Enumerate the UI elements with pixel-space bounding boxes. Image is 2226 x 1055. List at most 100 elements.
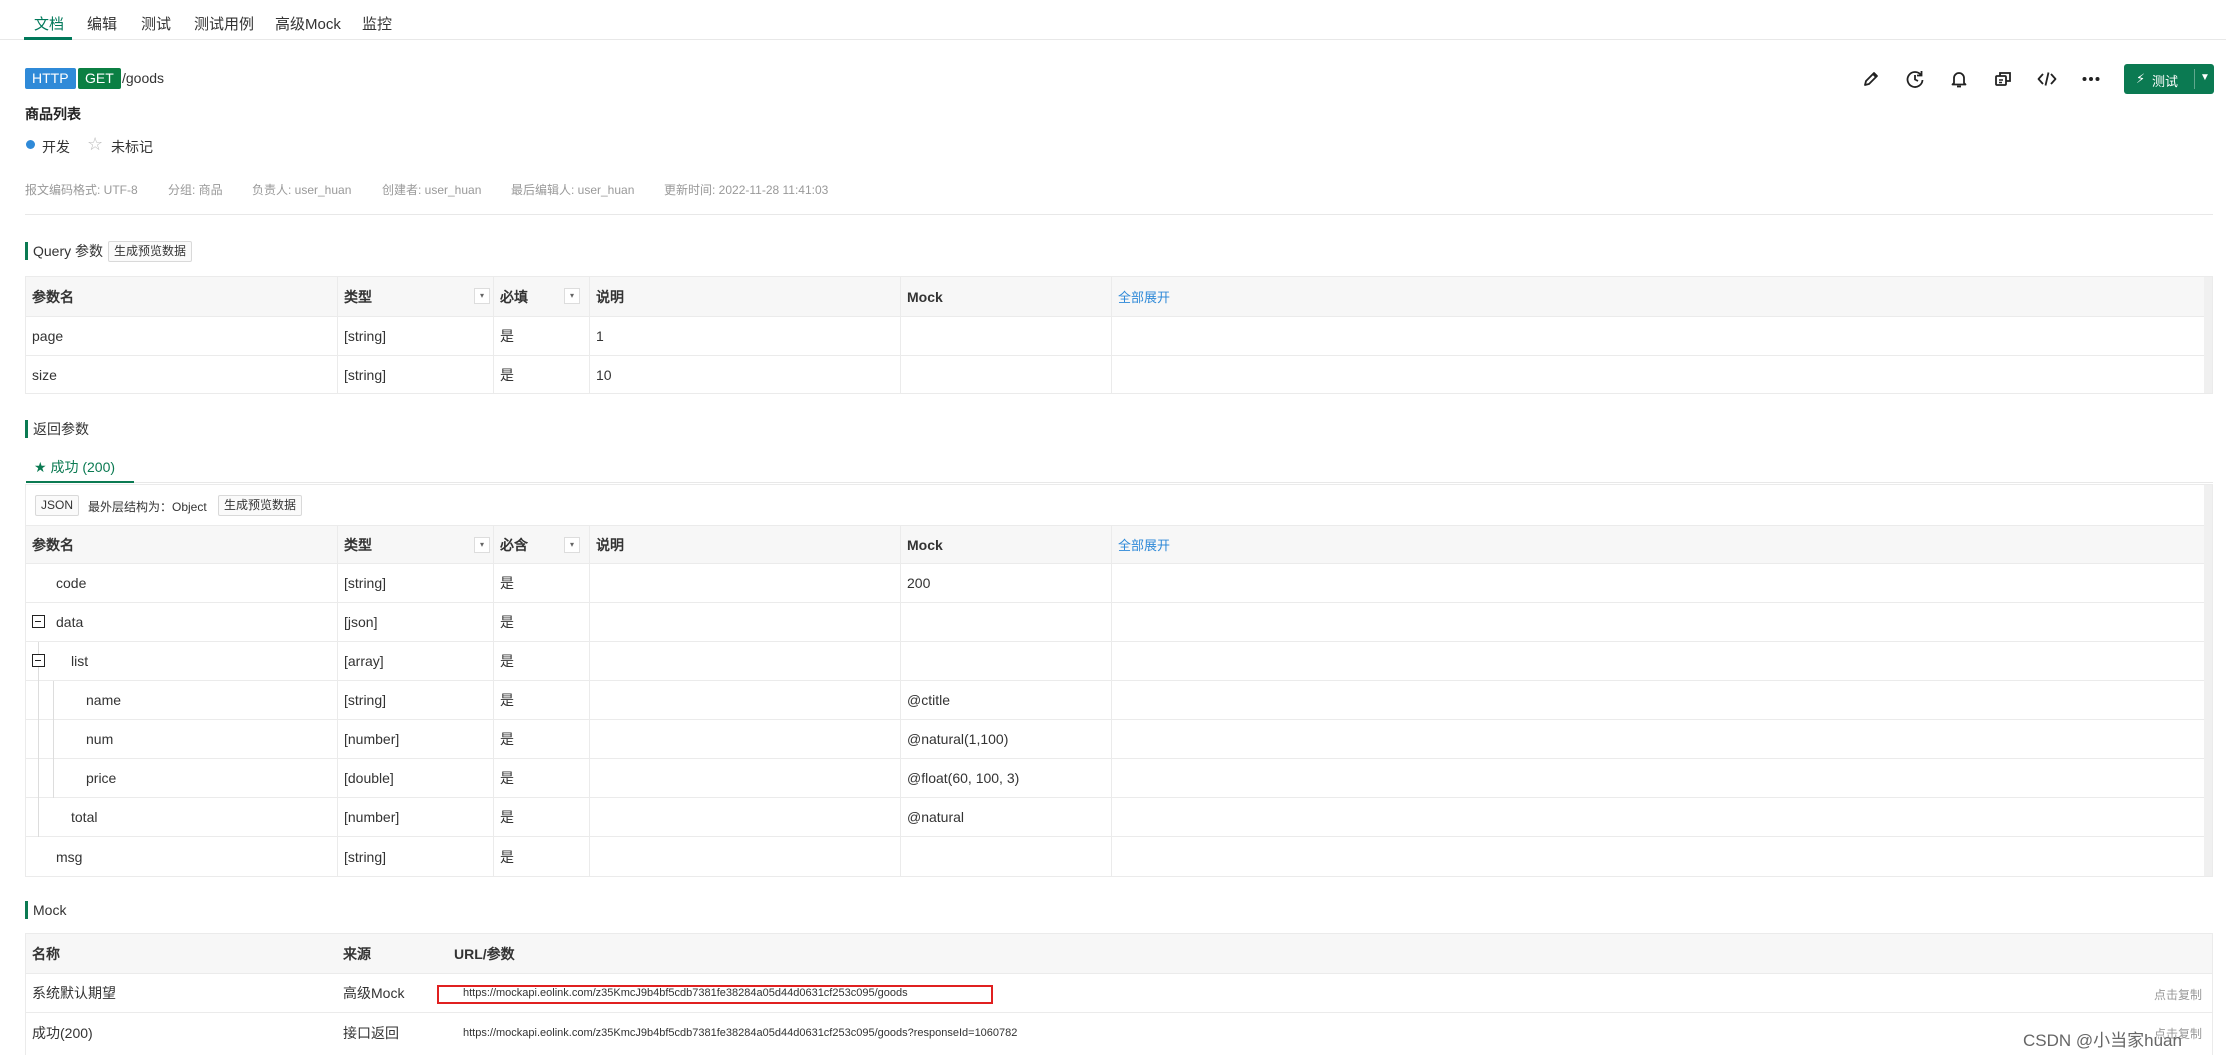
tab-test-cases[interactable]: 测试用例 (194, 13, 254, 40)
table-row: size [string] 是 10 (26, 356, 2212, 394)
param-name: msg (56, 848, 83, 865)
param-name: size (32, 367, 57, 383)
share-icon[interactable] (1990, 66, 2016, 92)
chevron-down-icon[interactable]: ▼ (2200, 72, 2210, 83)
response-table-scrollbar[interactable] (2204, 485, 2212, 876)
mock-name: 系统默认期望 (32, 985, 116, 1001)
param-type: [string] (337, 317, 493, 355)
expand-all-cell: 全部展开 (1111, 526, 2201, 563)
meta-editor: 最后编辑人: user_huan (511, 183, 635, 197)
response-section-title: 返回参数 (25, 420, 89, 438)
table-row: list [array] 是 (26, 642, 2212, 681)
param-mock: @natural (900, 798, 1111, 836)
response-generate-preview-button[interactable]: 生成预览数据 (218, 495, 303, 516)
param-name: num (86, 731, 114, 747)
expand-all-link[interactable]: 全部展开 (1118, 535, 1170, 554)
param-extra (1111, 681, 2201, 719)
query-section-title: Query 参数 (25, 242, 103, 260)
param-name: total (71, 809, 98, 825)
tab-docs[interactable]: 文档 (34, 13, 64, 40)
param-description (589, 798, 900, 836)
param-description (589, 681, 900, 719)
bolt-icon: ⚡ (2136, 71, 2146, 86)
param-mock (900, 642, 1111, 680)
param-extra (1111, 798, 2201, 836)
param-description: 10 (589, 356, 900, 394)
status-label[interactable]: 开发 (42, 137, 70, 157)
response-tab-success[interactable]: ★ 成功 (200) (26, 456, 134, 483)
col-description: 说明 (589, 526, 900, 563)
test-button-separator (2194, 69, 2195, 89)
tab-monitor[interactable]: 监控 (362, 13, 392, 40)
active-tab-indicator (24, 37, 72, 40)
param-mock (900, 356, 1111, 394)
param-required: 是 (493, 564, 589, 602)
test-button[interactable]: ⚡ 测试 ▼ (2124, 64, 2214, 94)
table-row: msg [string] 是 (26, 837, 2212, 876)
col-mock-source: 来源 (343, 945, 371, 962)
response-tab-label: 成功 (200) (50, 459, 116, 475)
table-row: page [string] 是 1 (26, 317, 2212, 356)
more-icon[interactable] (2078, 66, 2104, 92)
tab-test[interactable]: 测试 (141, 13, 171, 40)
param-extra (1111, 356, 2201, 394)
param-name: page (32, 328, 64, 344)
query-table-scrollbar[interactable] (2204, 277, 2212, 393)
status-dot-icon (26, 140, 35, 149)
table-row: 系统默认期望 高级Mock https://mockapi.eolink.com… (26, 974, 2212, 1013)
bell-icon[interactable] (1946, 66, 1972, 92)
param-description (589, 642, 900, 680)
edit-icon[interactable] (1858, 66, 1884, 92)
tab-advanced-mock[interactable]: 高级Mock (275, 13, 341, 40)
tab-edit[interactable]: 编辑 (87, 13, 117, 40)
param-extra (1111, 759, 2201, 797)
test-button-label: 测试 (2152, 74, 2179, 89)
table-row: price [double] 是 @float(60, 100, 3) (26, 759, 2212, 798)
protocol-badge: HTTP (25, 68, 76, 89)
star-filled-icon: ★ (34, 459, 47, 475)
query-generate-preview-button[interactable]: 生成预览数据 (108, 241, 193, 262)
table-row: num [number] 是 @natural(1,100) (26, 720, 2212, 759)
meta-creator: 创建者: user_huan (382, 183, 482, 197)
table-header-row: 参数名 类型 ▾ 必填 ▾ 说明 Mock 全部展开 (26, 277, 2212, 317)
param-name: data (56, 614, 84, 630)
param-mock: 200 (900, 564, 1111, 602)
param-name: code (56, 575, 87, 591)
star-icon[interactable]: ☆ (87, 134, 103, 155)
expand-all-link[interactable]: 全部展开 (1118, 287, 1170, 306)
method-badge: GET (78, 68, 121, 89)
param-required: 是 (493, 759, 589, 797)
param-mock (900, 317, 1111, 355)
copy-url-button[interactable]: 点击复制 (2154, 986, 2202, 1003)
param-mock: @ctitle (900, 681, 1111, 719)
col-mock-name: 名称 (32, 945, 60, 962)
mock-table: 名称 来源 URL/参数 系统默认期望 高级Mock https://mocka… (25, 933, 2213, 1055)
param-mock: @natural(1,100) (900, 720, 1111, 758)
response-params-table: JSON 最外层结构为：Object 生成预览数据 参数名 类型 ▾ 必含 ▾ … (25, 484, 2213, 877)
type-filter-icon[interactable]: ▾ (474, 288, 490, 304)
param-required: 是 (493, 720, 589, 758)
param-type: [string] (337, 837, 493, 876)
table-row: total [number] 是 @natural (26, 798, 2212, 837)
param-required: 是 (493, 317, 589, 355)
code-icon[interactable] (2034, 66, 2060, 92)
format-json-badge[interactable]: JSON (35, 495, 80, 516)
param-required: 是 (493, 798, 589, 836)
included-filter-icon[interactable]: ▾ (564, 537, 580, 553)
param-description: 1 (589, 317, 900, 355)
param-type: [string] (337, 681, 493, 719)
type-filter-icon[interactable]: ▾ (474, 537, 490, 553)
param-required: 是 (493, 642, 589, 680)
history-icon[interactable] (1902, 66, 1928, 92)
param-mock (900, 837, 1111, 876)
api-path: /goods (122, 70, 165, 86)
col-type: 类型 (337, 277, 493, 316)
param-type: [double] (337, 759, 493, 797)
required-filter-icon[interactable]: ▾ (564, 288, 580, 304)
header-divider (25, 214, 2213, 215)
param-name: name (86, 692, 122, 708)
star-label[interactable]: 未标记 (111, 137, 153, 157)
param-required: 是 (493, 837, 589, 876)
param-extra (1111, 603, 2201, 641)
mock-url[interactable]: https://mockapi.eolink.com/z35KmcJ9b4bf5… (457, 1013, 1957, 1052)
